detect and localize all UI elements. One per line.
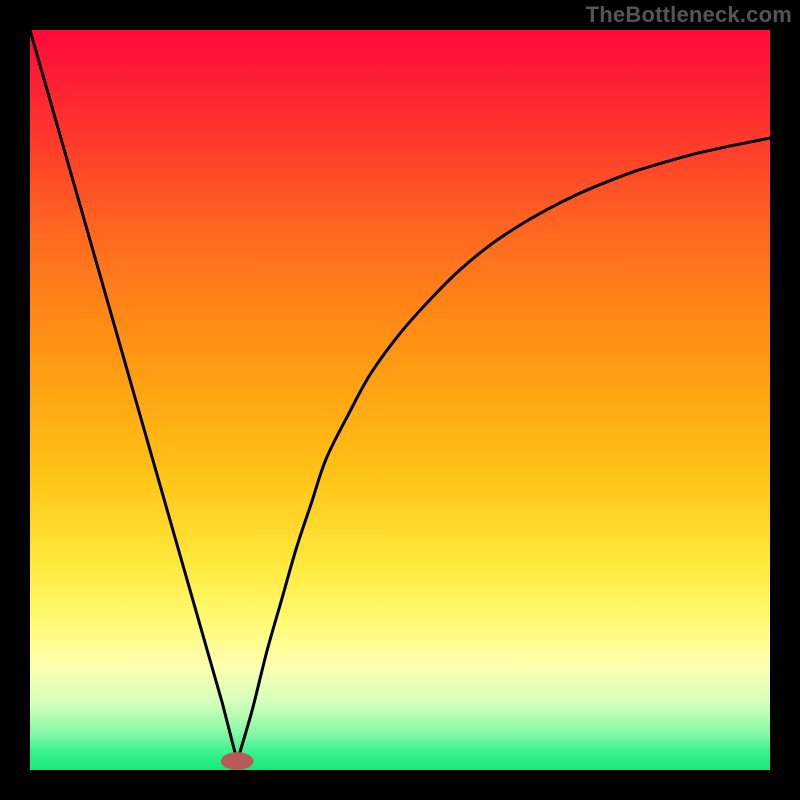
watermark-text: TheBottleneck.com — [586, 2, 792, 28]
chart-svg — [30, 30, 770, 770]
plot-area — [30, 30, 770, 770]
chart-frame: TheBottleneck.com — [0, 0, 800, 800]
vertex-marker — [221, 752, 254, 770]
gradient-background — [30, 30, 770, 770]
